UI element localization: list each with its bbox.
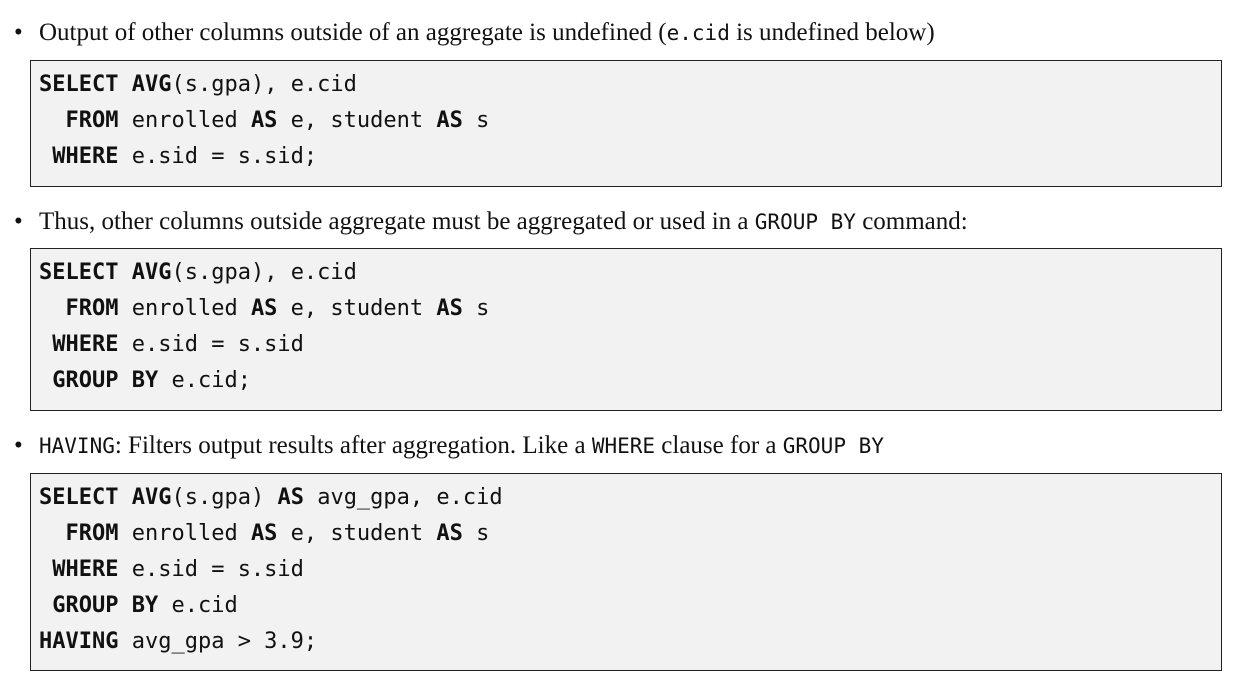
sql-keyword: AS [250,521,278,546]
sql-text: (s.gpa), e.cid [171,260,357,285]
sql-keyword: HAVING [39,629,119,654]
sql-keyword: WHERE [39,332,119,357]
sql-keyword: FROM [39,296,119,321]
sql-text: e.sid = s.sid [118,332,304,357]
sql-keyword: BY [131,368,159,393]
bullet-text: Thus, other columns outside aggregate mu… [39,208,968,235]
code-line: FROM enrolled AS e, student AS s [39,291,1221,327]
sql-text: e.sid = s.sid; [118,144,318,169]
sql-keyword: FROM [39,108,119,133]
sql-keyword: AVG [131,260,172,285]
code-block: SELECT AVG(s.gpa), e.cid FROM enrolled A… [30,60,1222,187]
code-line: SELECT AVG(s.gpa) AS avg_gpa, e.cid [39,480,1221,516]
sql-text: e, student [277,521,437,546]
code-line: GROUP BY e.cid; [39,363,1221,399]
code-line: GROUP BY e.cid [39,588,1221,624]
bullet-text: Output of other columns outside of an ag… [39,19,935,46]
sql-keyword: AS [250,296,278,321]
code-line: SELECT AVG(s.gpa), e.cid [39,255,1221,291]
inline-code: WHERE [591,434,656,458]
inline-code: GROUP BY [754,210,856,234]
sql-keyword: GROUP [39,593,119,618]
sql-keyword: SELECT [39,260,119,285]
inline-code: e.cid [666,21,730,45]
text-run: Output of other columns outside of an ag… [39,19,667,46]
code-block: SELECT AVG(s.gpa), e.cid FROM enrolled A… [30,248,1222,411]
sql-keyword: SELECT [39,485,119,510]
sql-keyword: FROM [39,521,119,546]
code-line: WHERE e.sid = s.sid [39,327,1221,363]
sql-text: avg_gpa > 3.9; [118,629,318,654]
sql-keyword: BY [131,593,159,618]
code-line: SELECT AVG(s.gpa), e.cid [39,67,1221,103]
sql-text: (s.gpa), e.cid [171,72,357,97]
code-line: FROM enrolled AS e, student AS s [39,516,1221,552]
sql-text: s [462,108,490,133]
sql-text: e.sid = s.sid [118,557,304,582]
sql-keyword: AVG [131,72,172,97]
text-run: is undefined below) [729,19,935,46]
code-line: WHERE e.sid = s.sid [39,552,1221,588]
sql-keyword: AS [436,108,463,133]
bullet-item-undefined-columns: • Output of other columns outside of an a… [14,17,935,49]
sql-text: enrolled [118,521,251,546]
sql-text: e.cid; [158,368,251,393]
inline-code: GROUP BY [782,434,884,458]
bullet-text: HAVING: Filters output results after agg… [39,432,884,459]
text-run: clause for a [655,432,783,459]
sql-keyword: WHERE [39,144,119,169]
sql-keyword: SELECT [39,72,119,97]
sql-keyword: AS [436,296,463,321]
inline-code: HAVING [39,434,115,458]
text-run: : Filters output results after aggregati… [114,432,592,459]
bullet-dot-icon: • [14,19,23,46]
text-run: Thus, other columns outside aggregate mu… [39,208,755,235]
sql-text: e.cid [158,593,238,618]
sql-keyword: AVG [131,485,172,510]
sql-text: e, student [277,108,437,133]
sql-text: e, student [277,296,437,321]
sql-keyword: AS [250,108,278,133]
sql-keyword: AS [436,521,463,546]
sql-text: enrolled [118,296,251,321]
code-line: HAVING avg_gpa > 3.9; [39,624,1221,660]
code-line: FROM enrolled AS e, student AS s [39,103,1221,139]
sql-keyword: AS [277,485,304,510]
sql-keyword: WHERE [39,557,119,582]
sql-text: (s.gpa) [171,485,278,510]
bullet-dot-icon: • [14,208,23,235]
sql-keyword: GROUP [39,368,119,393]
code-block: SELECT AVG(s.gpa) AS avg_gpa, e.cid FROM… [30,473,1222,671]
sql-text: s [462,521,490,546]
sql-text: enrolled [118,108,251,133]
bullet-dot-icon: • [14,432,23,459]
code-line: WHERE e.sid = s.sid; [39,139,1221,175]
bullet-item-group-by-requirement: • Thus, other columns outside aggregate m… [14,206,968,238]
text-run: command: [855,208,968,235]
bullet-item-having: • HAVING: Filters output results after ag… [14,430,884,462]
sql-text: s [462,296,490,321]
sql-text: avg_gpa, e.cid [303,485,503,510]
